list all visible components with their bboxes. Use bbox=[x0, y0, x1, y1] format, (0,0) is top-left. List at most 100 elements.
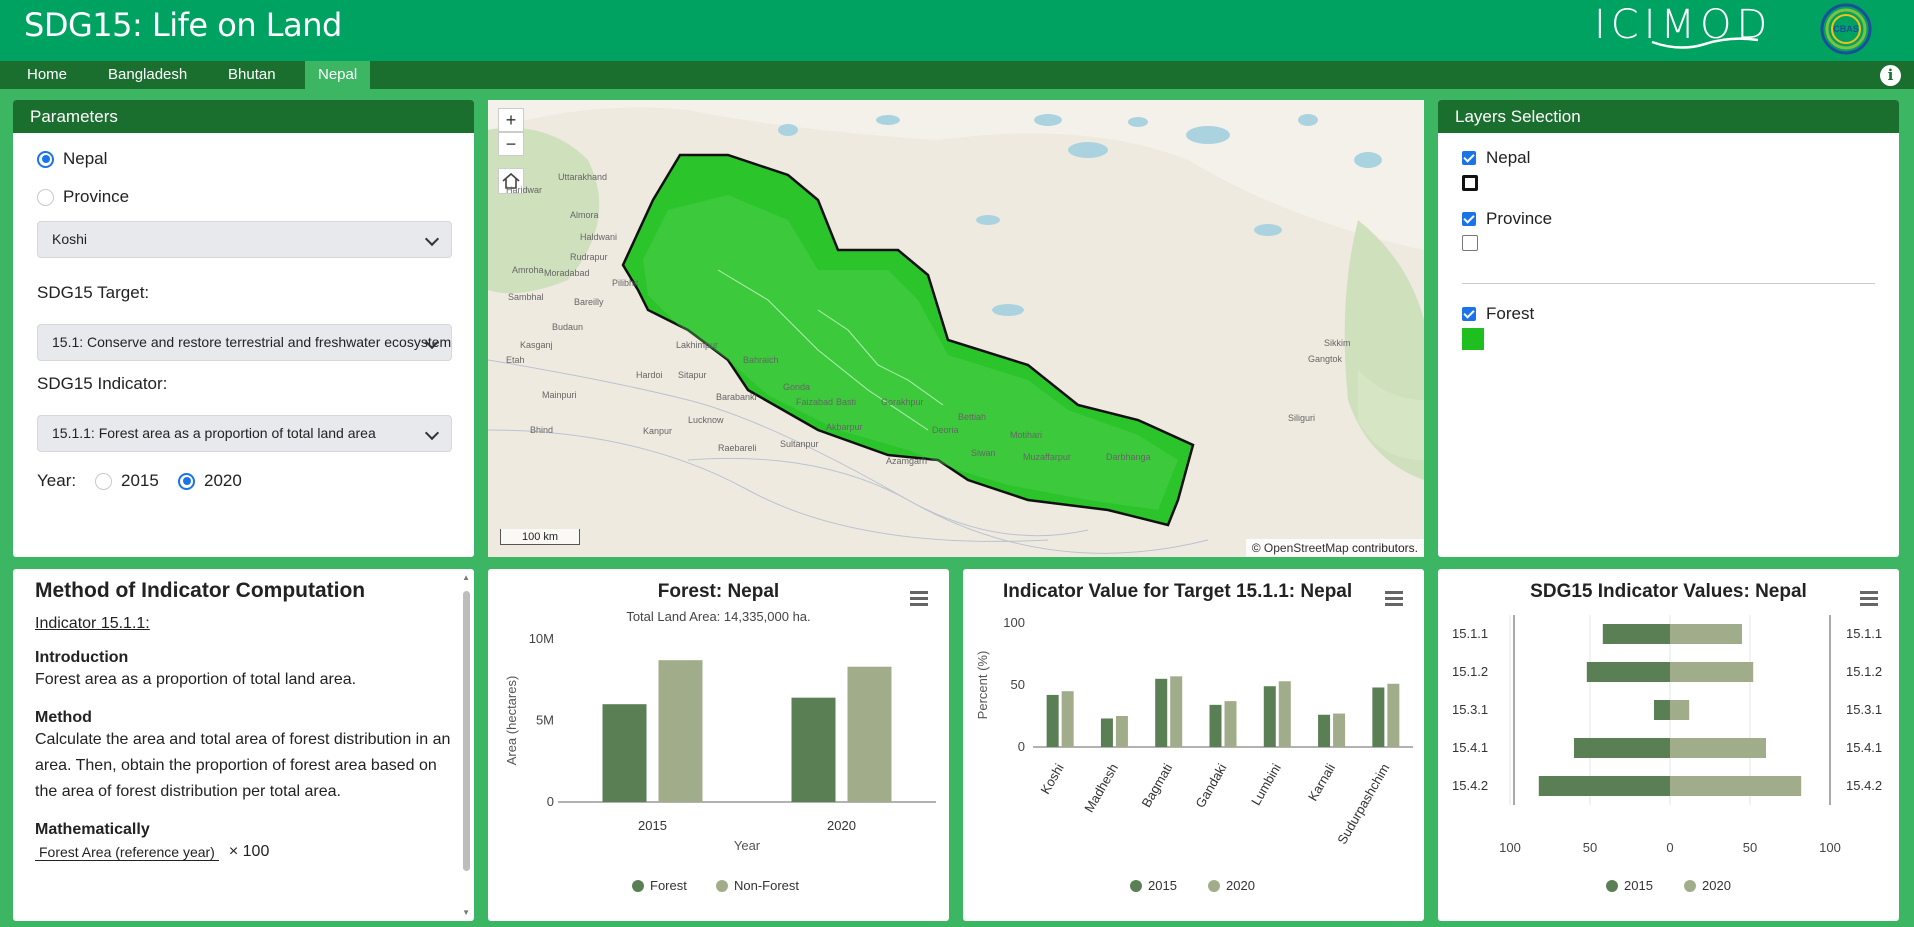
x-tick-label: Madhesh bbox=[1081, 761, 1121, 815]
info-icon[interactable]: i bbox=[1880, 65, 1901, 86]
scrollbar-thumb[interactable] bbox=[463, 591, 470, 871]
x-tick-label: Bagmati bbox=[1138, 761, 1175, 810]
bar-2015-sudurpashchim bbox=[1372, 687, 1385, 747]
map-place-label: Bettiah bbox=[958, 412, 987, 422]
indicator-link[interactable]: Indicator 15.1.1: bbox=[35, 615, 455, 633]
y-tick-label: 5M bbox=[536, 713, 554, 728]
bar-2020-15.1.2 bbox=[1670, 662, 1754, 682]
y-tick-label-left: 15.1.2 bbox=[1452, 664, 1488, 679]
svg-text:CBAS: CBAS bbox=[1833, 24, 1859, 34]
formula: Forest Area (reference year) × 100 bbox=[35, 843, 455, 861]
osm-link[interactable]: OpenStreetMap bbox=[1264, 541, 1349, 555]
icimod-swoosh-icon bbox=[1651, 37, 1759, 49]
bar-2020-madhesh bbox=[1115, 716, 1128, 747]
x-tick-label: 2020 bbox=[827, 818, 856, 833]
map-place-label: Amroha bbox=[512, 265, 544, 275]
app-header: SDG15: Life on Land ICIMOD CBAS bbox=[0, 0, 1914, 61]
radio-empty-icon[interactable] bbox=[37, 188, 54, 206]
sdg-values-chart-panel: SDG15 Indicator Values: Nepal 100 50 0 50 10… bbox=[1438, 569, 1899, 921]
layers-divider bbox=[1462, 283, 1875, 284]
scroll-down-icon[interactable]: ▼ bbox=[462, 908, 470, 917]
map-place-label: Azamgarh bbox=[886, 456, 928, 466]
legend-marker bbox=[716, 880, 728, 892]
forest-swatch bbox=[1462, 328, 1484, 350]
y-tick-label: 0 bbox=[547, 794, 554, 809]
app-title: SDG15: Life on Land bbox=[24, 6, 342, 44]
map-place-label: Haldwani bbox=[580, 232, 618, 242]
radio-nepal[interactable]: Nepal bbox=[37, 149, 107, 169]
intro-text: Forest area as a proportion of total lan… bbox=[35, 671, 357, 688]
scroll-up-icon[interactable]: ▲ bbox=[462, 573, 470, 582]
legend-marker bbox=[1208, 880, 1220, 892]
method-title: Method of Indicator Computation bbox=[35, 579, 366, 602]
map-place-label: Bahraich bbox=[743, 355, 779, 365]
radio-selected-icon[interactable] bbox=[178, 472, 195, 490]
y-tick-label-left: 15.3.1 bbox=[1452, 702, 1488, 717]
bar-2020-15.4.1 bbox=[1670, 738, 1766, 758]
layer-province[interactable]: Province bbox=[1462, 209, 1552, 229]
bar-2015-15.4.1 bbox=[1574, 738, 1670, 758]
map-place-label: Moradabad bbox=[544, 268, 590, 278]
nav-item-nepal[interactable]: Nepal bbox=[305, 61, 371, 89]
layer-nepal[interactable]: Nepal bbox=[1462, 148, 1530, 168]
map-canvas[interactable] bbox=[488, 100, 1424, 557]
radio-selected-icon[interactable] bbox=[37, 150, 54, 168]
nav-item-home[interactable]: Home bbox=[14, 61, 80, 89]
province-swatch bbox=[1462, 235, 1478, 251]
radio-year-2015[interactable]: 2015 bbox=[95, 471, 159, 491]
legend-marker bbox=[632, 880, 644, 892]
x-tick-label: 0 bbox=[1666, 840, 1673, 855]
y-tick-label: 0 bbox=[1018, 739, 1025, 754]
method-heading: Method bbox=[35, 709, 92, 726]
layers-title: Layers Selection bbox=[1438, 100, 1899, 133]
nav-item-bangladesh[interactable]: Bangladesh bbox=[95, 61, 200, 89]
map-place-label: Etah bbox=[506, 355, 525, 365]
zoom-in-button[interactable]: + bbox=[498, 108, 524, 132]
zoom-out-button[interactable]: − bbox=[498, 132, 524, 156]
radio-province[interactable]: Province bbox=[37, 187, 129, 207]
y-tick-label-right: 15.1.2 bbox=[1846, 664, 1882, 679]
bar-2020-lumbini bbox=[1278, 681, 1291, 747]
x-tick-label: 100 bbox=[1819, 840, 1841, 855]
map-place-label: Mainpuri bbox=[542, 390, 577, 400]
indicator-chart-panel: Indicator Value for Target 15.1.1: Nepal… bbox=[963, 569, 1424, 921]
province-bar-chart: 0 50 100 Percent (%) Koshi Madhesh Bagmati Gand… bbox=[975, 615, 1413, 893]
radio-empty-icon[interactable] bbox=[95, 472, 112, 490]
layer-forest[interactable]: Forest bbox=[1462, 304, 1534, 324]
map-place-label: Lakhimpur bbox=[676, 340, 719, 350]
forest-chart-panel: Forest: Nepal Total Land Area: 14,335,00… bbox=[488, 569, 949, 921]
intro-heading: Introduction bbox=[35, 649, 129, 666]
legend-marker bbox=[1684, 880, 1696, 892]
map-place-label: Muzaffarpur bbox=[1023, 452, 1071, 462]
map-place-label: Uttarakhand bbox=[558, 172, 608, 182]
map-place-label: Haridwar bbox=[506, 185, 543, 195]
target-select[interactable]: 15.1: Conserve and restore terrestrial a… bbox=[37, 324, 452, 361]
y-tick-label-left: 15.4.2 bbox=[1452, 778, 1488, 793]
map-place-label: Akbarpur bbox=[826, 422, 863, 432]
map-place-label: Hardoi bbox=[636, 370, 663, 380]
checkbox-checked-icon[interactable] bbox=[1462, 212, 1476, 226]
checkbox-checked-icon[interactable] bbox=[1462, 307, 1476, 321]
indicator-select[interactable]: 15.1.1: Forest area as a proportion of t… bbox=[37, 415, 452, 452]
map-place-label: Rudrapur bbox=[570, 252, 608, 262]
bar-2015-lumbini bbox=[1263, 686, 1276, 747]
checkbox-checked-icon[interactable] bbox=[1462, 151, 1476, 165]
nav-item-bhutan[interactable]: Bhutan bbox=[215, 61, 289, 89]
radio-year-2020[interactable]: 2020 bbox=[178, 471, 242, 491]
parameters-panel: Parameters Nepal Province Koshi SDG15 Ta… bbox=[13, 100, 474, 557]
nepal-swatch bbox=[1462, 175, 1478, 191]
map-place-label: Bareilly bbox=[574, 297, 604, 307]
x-tick-label: Lumbini bbox=[1248, 761, 1284, 808]
bar-2015-15.1.2 bbox=[1586, 662, 1670, 682]
map-view[interactable]: + − Uttarakhand Haridwar Almora Haldwani Rud… bbox=[488, 100, 1424, 557]
y-axis-title: Area (hectares) bbox=[504, 676, 519, 766]
bar-forest-2020 bbox=[791, 697, 836, 802]
legend-marker bbox=[1606, 880, 1618, 892]
x-tick-label: Koshi bbox=[1037, 761, 1066, 797]
math-heading: Mathematically bbox=[35, 821, 150, 838]
legend-label: Forest bbox=[650, 878, 687, 893]
target-label: SDG15 Target: bbox=[37, 283, 150, 302]
year-label: Year: bbox=[37, 471, 77, 490]
province-select[interactable]: Koshi bbox=[37, 221, 452, 258]
y-tick-label: 100 bbox=[1003, 615, 1025, 630]
